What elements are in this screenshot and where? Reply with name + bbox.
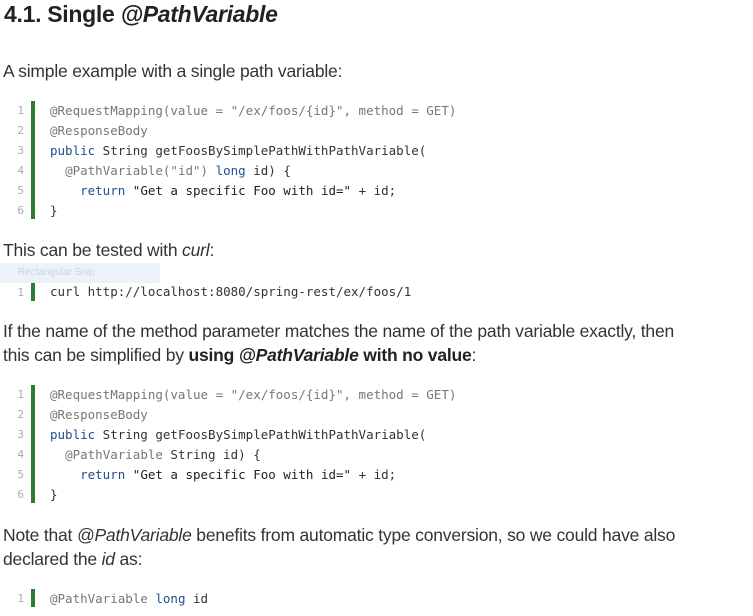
- line-number: 1: [17, 286, 24, 299]
- line-number: 4: [17, 448, 24, 461]
- code-line: @RequestMapping(value = "/ex/foos/{id}",…: [50, 103, 457, 118]
- code-line: }: [50, 203, 58, 218]
- code-line: @RequestMapping(value = "/ex/foos/{id}",…: [50, 387, 457, 402]
- section-heading: 4.1. Single @PathVariable: [4, 1, 278, 27]
- code-gutter-bar: [31, 385, 35, 503]
- line-number: 3: [17, 144, 24, 157]
- line-number: 5: [17, 468, 24, 481]
- code-line: return "Get a specific Foo with id=" + i…: [80, 467, 397, 482]
- code-line: @ResponseBody: [50, 123, 148, 138]
- line-number: 1: [17, 104, 24, 117]
- line-number: 5: [17, 184, 24, 197]
- code-line: return "Get a specific Foo with id=" + i…: [80, 183, 397, 198]
- code-line: curl http://localhost:8080/spring-rest/e…: [50, 284, 412, 299]
- rectangular-snip-tooltip: Rectangular Snip: [0, 263, 160, 283]
- type-conversion-paragraph: Note that @PathVariable benefits from au…: [3, 525, 676, 569]
- code-line: @PathVariable("id") long id) {: [65, 163, 291, 178]
- code-gutter-bar: [31, 283, 35, 301]
- line-number: 2: [17, 124, 24, 137]
- code-line: @ResponseBody: [50, 407, 148, 422]
- curl-paragraph: This can be tested with curl:: [3, 240, 215, 260]
- code-line: public String getFoosBySimplePathWithPat…: [50, 427, 427, 442]
- code-line: public String getFoosBySimplePathWithPat…: [50, 143, 427, 158]
- heading-annotation: @PathVariable: [120, 1, 278, 27]
- code-line: }: [50, 487, 58, 502]
- line-number: 6: [17, 488, 24, 501]
- intro-paragraph: A simple example with a single path vari…: [3, 61, 343, 81]
- line-number: 2: [17, 408, 24, 421]
- line-number: 3: [17, 428, 24, 441]
- code-line: @PathVariable String id) {: [65, 447, 261, 462]
- simplify-paragraph: If the name of the method parameter matc…: [3, 321, 675, 365]
- line-number: 4: [17, 164, 24, 177]
- line-number: 1: [17, 388, 24, 401]
- line-number: 1: [17, 592, 24, 605]
- line-number: 6: [17, 204, 24, 217]
- code-gutter-bar: [31, 589, 35, 607]
- code-gutter-bar: [31, 101, 35, 219]
- code-line: @PathVariable long id: [50, 591, 209, 606]
